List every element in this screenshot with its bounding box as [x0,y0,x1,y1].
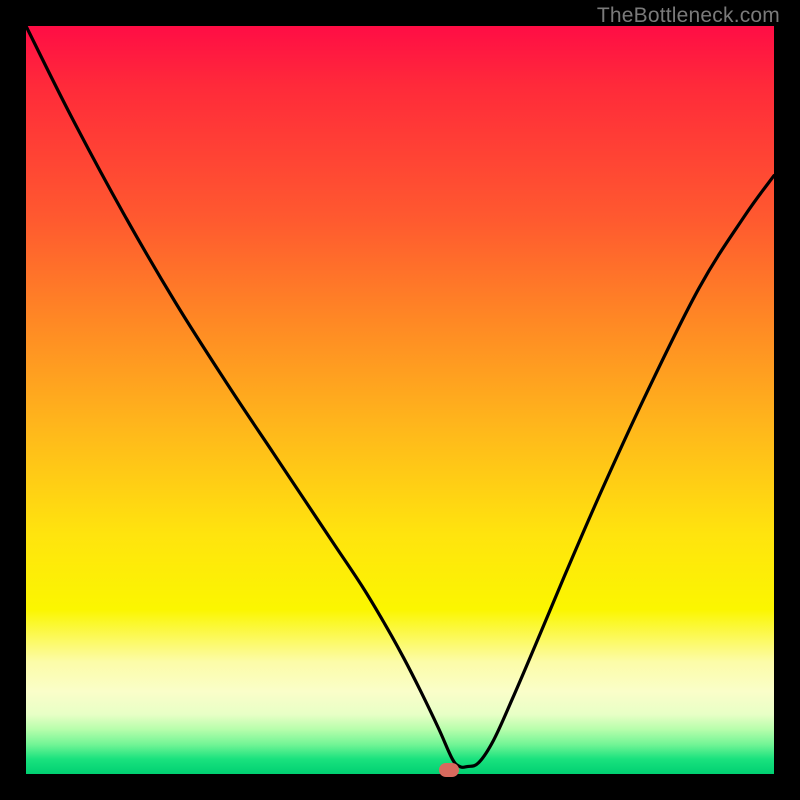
min-marker [439,763,459,777]
chart-frame: TheBottleneck.com [0,0,800,800]
bottleneck-curve [26,26,774,774]
plot-area [26,26,774,774]
watermark-text: TheBottleneck.com [597,4,780,28]
